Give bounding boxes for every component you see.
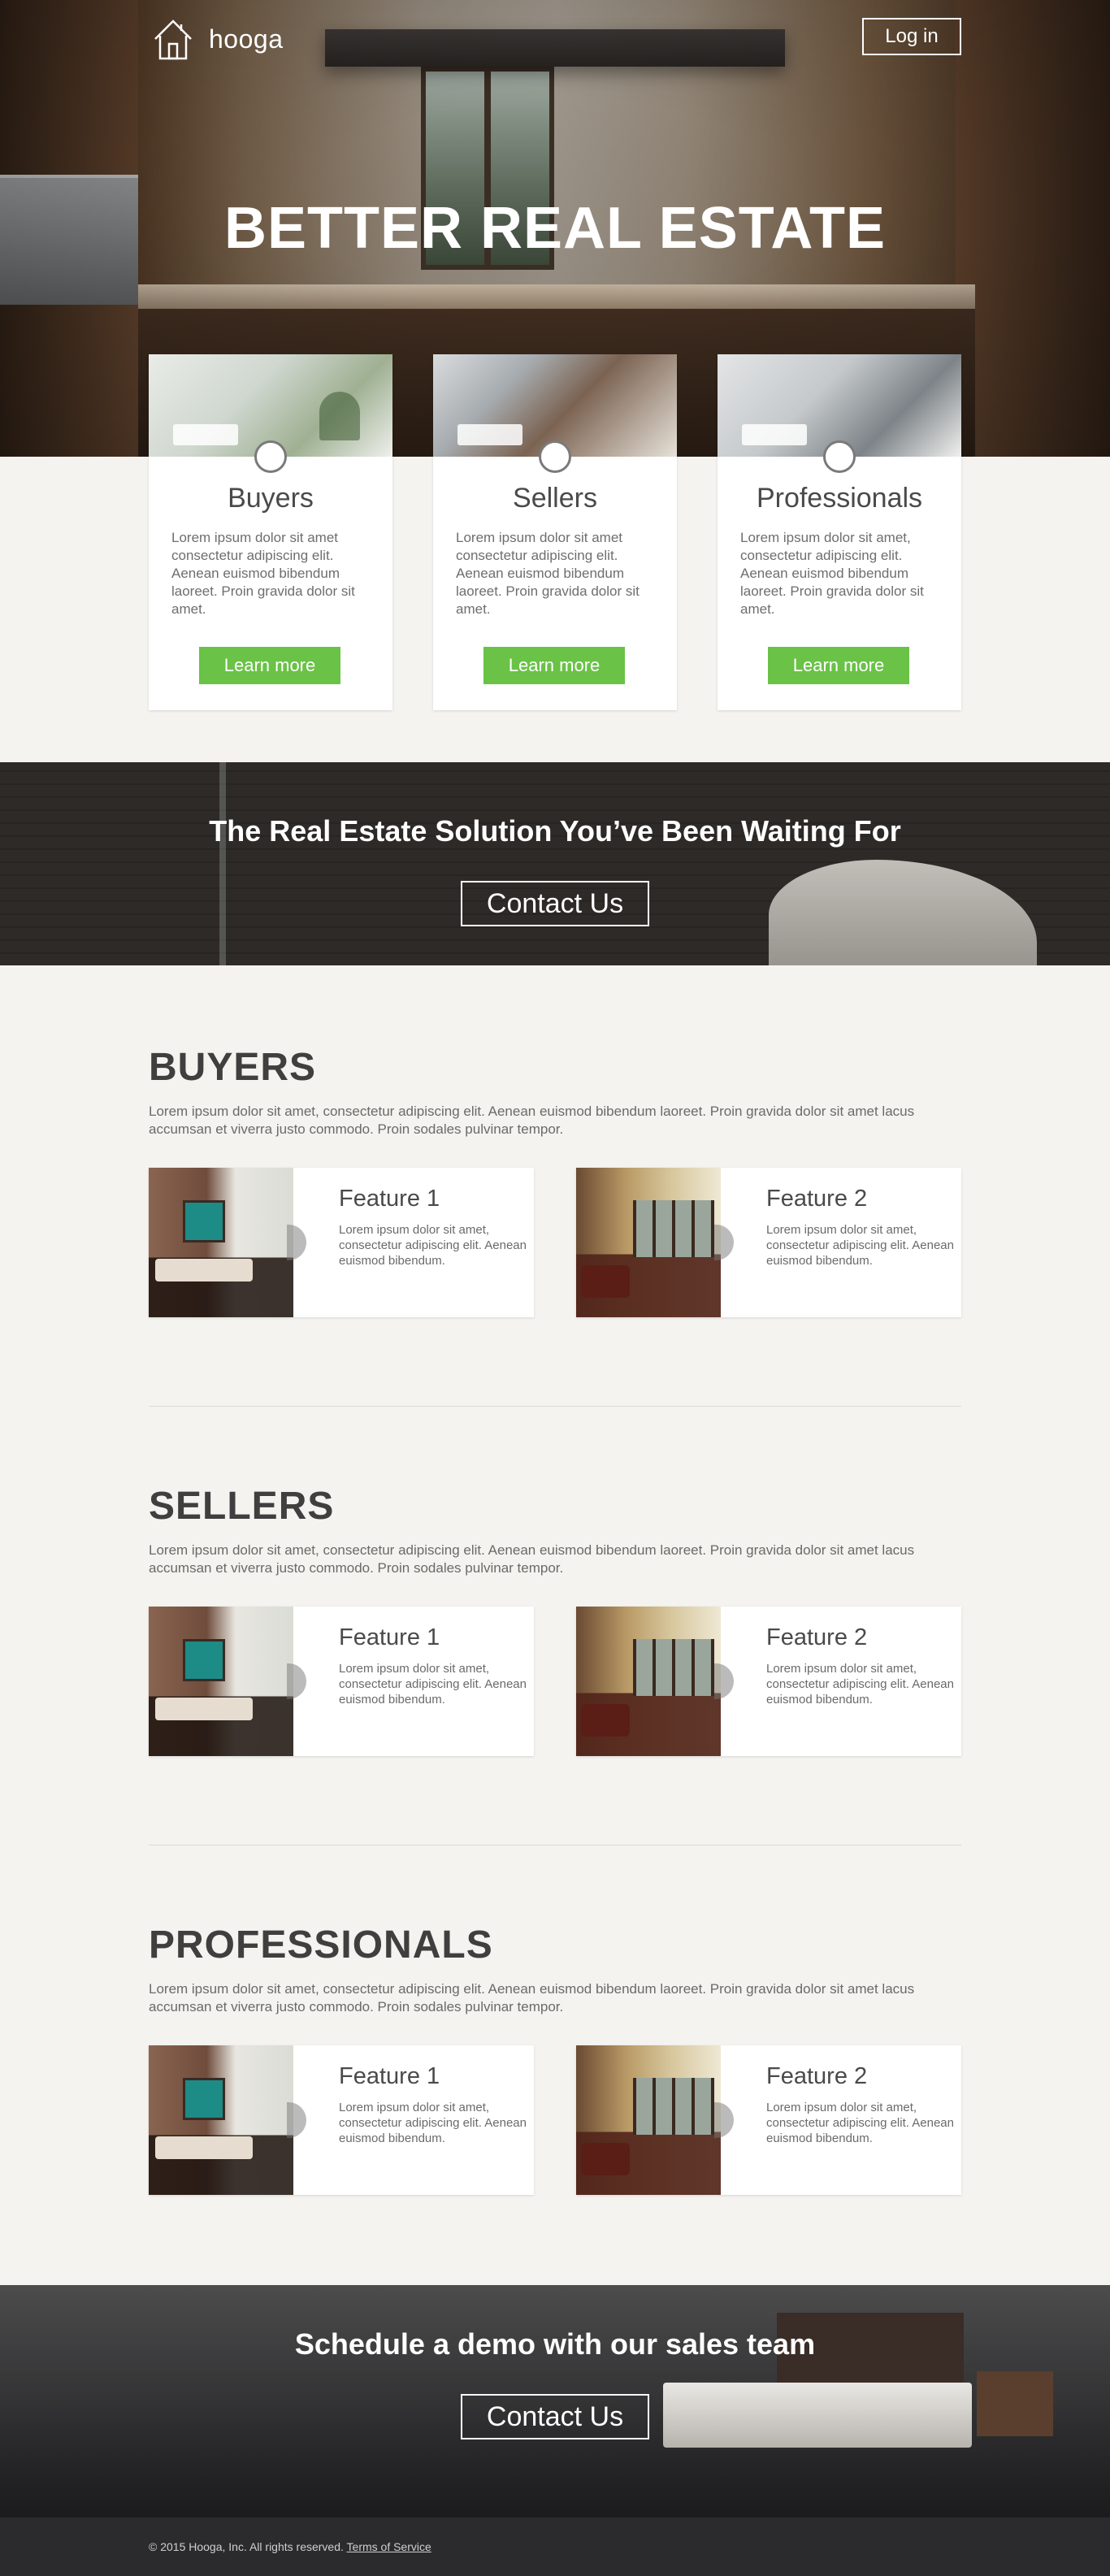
- section-lead: Lorem ipsum dolor sit amet, consectetur …: [149, 1542, 915, 1576]
- house-icon: [154, 20, 192, 60]
- contact-us-button[interactable]: Contact Us: [461, 881, 649, 926]
- top-bar: hooga Log in: [149, 15, 961, 65]
- feature-title: Feature 1: [339, 2063, 440, 2089]
- hero-title: BETTER REAL ESTATE: [223, 196, 887, 261]
- learn-more-button[interactable]: Learn more: [768, 647, 909, 684]
- feature-image: [576, 2045, 721, 2195]
- audience-cards: Buyers Lorem ipsum dolor sit amet consec…: [149, 354, 961, 710]
- feature-image: [576, 1607, 721, 1756]
- demo-bed: [663, 2383, 972, 2448]
- section-lead: Lorem ipsum dolor sit amet, consectetur …: [149, 1981, 915, 2014]
- feature-card[interactable]: Feature 1 Lorem ipsum dolor sit amet, co…: [149, 1168, 534, 1317]
- section-lead: Lorem ipsum dolor sit amet, consectetur …: [149, 1104, 915, 1137]
- card-buyers: Buyers Lorem ipsum dolor sit amet consec…: [149, 354, 392, 710]
- feature-body: Lorem ipsum dolor sit amet, consectetur …: [766, 1662, 954, 1706]
- feature-image: [576, 1168, 721, 1317]
- login-button[interactable]: Log in: [862, 18, 961, 55]
- feature-title: Feature 2: [766, 1624, 868, 1650]
- feature-title: Feature 2: [766, 2063, 868, 2089]
- section-title: BUYERS: [149, 1046, 317, 1089]
- feature-title: Feature 1: [339, 1186, 440, 1212]
- section-sellers: SELLERS Lorem ipsum dolor sit amet, cons…: [149, 1484, 961, 1756]
- feature-card[interactable]: Feature 2 Lorem ipsum dolor sit amet, co…: [576, 2045, 961, 2195]
- banner-glass: [219, 762, 226, 965]
- card-title: Buyers: [228, 483, 314, 514]
- logo[interactable]: hooga: [149, 15, 283, 63]
- feature-card[interactable]: Feature 2 Lorem ipsum dolor sit amet, co…: [576, 1607, 961, 1756]
- feature-body: Lorem ipsum dolor sit amet, consectetur …: [766, 1223, 954, 1268]
- section-title: SELLERS: [149, 1485, 335, 1528]
- feature-image: [149, 1168, 293, 1317]
- card-professionals: Professionals Lorem ipsum dolor sit amet…: [718, 354, 961, 710]
- solution-banner: The Real Estate Solution You’ve Been Wai…: [0, 762, 1110, 965]
- section-divider: [149, 1406, 961, 1407]
- feature-title: Feature 2: [766, 1186, 868, 1212]
- feature-body: Lorem ipsum dolor sit amet, consectetur …: [339, 1223, 527, 1268]
- terms-of-service-link[interactable]: Terms of Service: [347, 2540, 431, 2553]
- card-badge-icon: [254, 440, 287, 473]
- banner-bathtub: [769, 860, 1037, 965]
- demo-banner: Schedule a demo with our sales team Cont…: [0, 2285, 1110, 2517]
- feature-image: [149, 1607, 293, 1756]
- learn-more-button[interactable]: Learn more: [199, 647, 340, 684]
- feature-card[interactable]: Feature 1 Lorem ipsum dolor sit amet, co…: [149, 1607, 534, 1756]
- card-badge-icon: [539, 440, 571, 473]
- feature-body: Lorem ipsum dolor sit amet, consectetur …: [339, 1662, 527, 1706]
- footer: © 2015 Hooga, Inc. All rights reserved. …: [0, 2517, 1110, 2576]
- demo-headline: Schedule a demo with our sales team: [294, 2327, 816, 2361]
- contact-us-button[interactable]: Contact Us: [461, 2394, 649, 2439]
- demo-nightstand: [977, 2371, 1053, 2436]
- card-body: Lorem ipsum dolor sit amet consectetur a…: [171, 530, 355, 617]
- card-sellers: Sellers Lorem ipsum dolor sit amet conse…: [433, 354, 677, 710]
- card-badge-icon: [823, 440, 856, 473]
- card-title: Sellers: [513, 483, 597, 514]
- feature-list: Feature 1 Lorem ipsum dolor sit amet, co…: [149, 1168, 961, 1317]
- feature-title: Feature 1: [339, 1624, 440, 1650]
- feature-image: [149, 2045, 293, 2195]
- feature-card[interactable]: Feature 1 Lorem ipsum dolor sit amet, co…: [149, 2045, 534, 2195]
- feature-card[interactable]: Feature 2 Lorem ipsum dolor sit amet, co…: [576, 1168, 961, 1317]
- feature-list: Feature 1 Lorem ipsum dolor sit amet, co…: [149, 1607, 961, 1756]
- section-buyers: BUYERS Lorem ipsum dolor sit amet, conse…: [149, 1045, 961, 1317]
- brand-name: hooga: [209, 24, 284, 54]
- feature-body: Lorem ipsum dolor sit amet, consectetur …: [339, 2101, 527, 2145]
- card-title: Professionals: [756, 483, 923, 514]
- learn-more-button[interactable]: Learn more: [483, 647, 625, 684]
- section-title: PROFESSIONALS: [149, 1923, 493, 1967]
- section-professionals: PROFESSIONALS Lorem ipsum dolor sit amet…: [149, 1923, 961, 2195]
- banner-headline: The Real Estate Solution You’ve Been Wai…: [209, 814, 901, 848]
- card-body: Lorem ipsum dolor sit amet consectetur a…: [456, 530, 640, 617]
- copyright-text: © 2015 Hooga, Inc. All rights reserved.: [149, 2540, 344, 2553]
- feature-body: Lorem ipsum dolor sit amet, consectetur …: [766, 2101, 954, 2145]
- feature-list: Feature 1 Lorem ipsum dolor sit amet, co…: [149, 2045, 961, 2195]
- card-body: Lorem ipsum dolor sit amet, consectetur …: [740, 530, 924, 617]
